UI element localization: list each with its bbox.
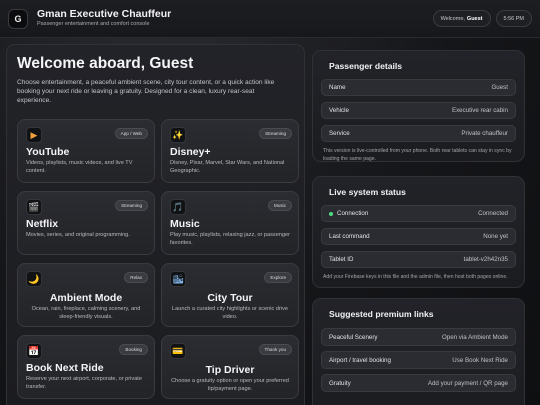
passenger-row-service: Service Private chauffeur	[321, 125, 516, 142]
status-row-tablet-id: Tablet ID tablet-v2h42n35	[321, 251, 516, 268]
tile-title: Book Next Ride	[26, 362, 104, 374]
row-value: Add your payment / QR page	[427, 379, 508, 387]
calendar-icon: 📅	[26, 343, 42, 359]
app-header: G Gman Executive Chauffeur Passenger ent…	[0, 0, 540, 38]
tile-badge: Music	[268, 200, 292, 211]
tile-description: Reserve your next airport, corporate, or…	[26, 376, 142, 390]
tile-title: Ambient Mode	[49, 292, 123, 304]
system-status-panel: Live system status Connection Connected …	[312, 176, 525, 288]
header-status: Welcome, Guest 5:56 PM	[432, 10, 532, 27]
tile-badge: App / Web	[114, 128, 148, 139]
clock-pill: 5:56 PM	[495, 10, 532, 27]
tile-book-next-ride[interactable]: 📅 Booking Book Next Ride Reserve your next …	[17, 335, 155, 399]
tile-title: Disney+	[170, 146, 211, 158]
row-label: Tablet ID	[329, 256, 354, 263]
row-value: Use Book Next Ride	[452, 356, 508, 364]
tile-description: Launch a curated city highlights or scen…	[172, 306, 288, 320]
premium-link-scenery[interactable]: Peaceful Scenery Open via Ambient Mode	[321, 328, 516, 346]
row-value: None yet	[483, 233, 508, 240]
welcome-prefix: Welcome,	[440, 15, 465, 22]
status-row-last-command: Last command None yet	[321, 228, 516, 245]
row-label: Service	[329, 130, 350, 137]
tile-title: YouTube	[26, 146, 70, 158]
page-description: Choose entertainment, a peaceful ambient…	[17, 79, 275, 104]
row-value: Open via Ambient Mode	[441, 333, 508, 341]
tile-youtube[interactable]: ▶ App / Web YouTube Videos, playlists, musi…	[17, 119, 155, 183]
row-label: Vehicle	[329, 107, 349, 114]
tile-tip-driver[interactable]: 💳 Thank you Tip Driver Choose a gratuity op…	[161, 335, 299, 399]
tile-badge: Relax	[124, 272, 148, 283]
logo: G	[8, 8, 28, 29]
row-value: Connected	[478, 210, 508, 217]
tile-badge: Booking	[119, 344, 148, 355]
row-label: Last command	[329, 233, 370, 240]
app-subtitle: Passenger entertainment and comfort cons…	[37, 21, 150, 27]
row-label: Peaceful Scenery	[329, 333, 378, 341]
tile-title: Netflix	[26, 218, 59, 230]
passenger-row-vehicle: Vehicle Executive rear cabin	[321, 102, 516, 119]
premium-link-airport[interactable]: Airport / travel booking Use Book Next R…	[321, 351, 516, 369]
row-value: tablet-v2h42n35	[463, 256, 508, 263]
tile-ambient-mode[interactable]: 🌙 Relax Ambient Mode Ocean, rain, fireplace…	[17, 263, 155, 327]
status-row-connection: Connection Connected	[321, 205, 516, 222]
tile-title: City Tour	[207, 292, 253, 304]
row-value: Executive rear cabin	[451, 107, 508, 114]
row-label: Name	[329, 84, 346, 91]
sparkles-icon: ✨	[170, 127, 186, 143]
clock-time: 5:56 PM	[503, 15, 524, 22]
moon-icon: 🌙	[26, 271, 42, 287]
play-icon: ▶	[26, 127, 42, 143]
premium-link-gratuity[interactable]: Gratuity Add your payment / QR page	[321, 374, 516, 392]
clapperboard-icon: 🎬	[26, 199, 42, 215]
tile-badge: Explore	[264, 272, 292, 283]
brand: Gman Executive Chauffeur Passenger enter…	[37, 8, 171, 29]
premium-links-panel: Suggested premium links Peaceful Scenery…	[312, 298, 525, 405]
tile-title: Music	[170, 218, 200, 230]
page-title: Welcome aboard, Guest	[17, 55, 194, 72]
passenger-note: This version is live-controlled from you…	[323, 148, 512, 162]
tile-music[interactable]: 🎵 Music Music Play music, playlists, relaxi…	[161, 191, 299, 255]
tile-description: Ocean, rain, fireplace, calming scenery,…	[31, 306, 141, 320]
row-value: Private chauffeur	[461, 130, 508, 137]
tile-city-tour[interactable]: 🏙 Explore City Tour Launch a curated city h…	[161, 263, 299, 327]
tile-description: Videos, playlists, music videos, and liv…	[26, 160, 133, 174]
system-status-title: Live system status	[329, 187, 406, 197]
connection-label: Connection	[337, 210, 369, 217]
passenger-details-title: Passenger details	[329, 61, 403, 71]
passenger-details-panel: Passenger details Name Guest Vehicle Exe…	[312, 50, 525, 162]
tile-badge: Streaming	[259, 128, 292, 139]
tile-description: Play music, playlists, relaxing jazz, or…	[170, 232, 291, 246]
tile-description: Movies, series, and original programming…	[26, 232, 130, 238]
app-title: Gman Executive Chauffeur	[37, 8, 172, 20]
tile-description: Choose a gratuity option or open your pr…	[171, 378, 289, 392]
welcome-pill: Welcome, Guest	[432, 10, 491, 27]
main-panel: Welcome aboard, Guest Choose entertainme…	[6, 44, 305, 405]
row-label: Airport / travel booking	[329, 356, 391, 364]
tile-disney[interactable]: ✨ Streaming Disney+ Disney, Pixar, Marvel, …	[161, 119, 299, 183]
tile-description: Disney, Pixar, Marvel, Star Wars, and Na…	[170, 160, 285, 174]
music-note-icon: 🎵	[170, 199, 186, 215]
connection-status-dot-icon	[329, 211, 333, 216]
tile-badge: Streaming	[115, 200, 148, 211]
status-note: Add your Firebase keys in this file and …	[323, 274, 508, 280]
tile-netflix[interactable]: 🎬 Streaming Netflix Movies, series, and ori…	[17, 191, 155, 255]
passenger-row-name: Name Guest	[321, 79, 516, 96]
row-label: Connection	[329, 210, 368, 217]
premium-links-title: Suggested premium links	[329, 309, 434, 319]
guest-name: Guest	[466, 15, 483, 22]
tile-badge: Thank you	[258, 344, 292, 355]
tile-title: Tip Driver	[205, 364, 255, 376]
city-icon: 🏙	[170, 271, 186, 287]
credit-card-icon: 💳	[170, 343, 186, 359]
row-label: Gratuity	[329, 379, 351, 387]
row-value: Guest	[491, 84, 508, 91]
